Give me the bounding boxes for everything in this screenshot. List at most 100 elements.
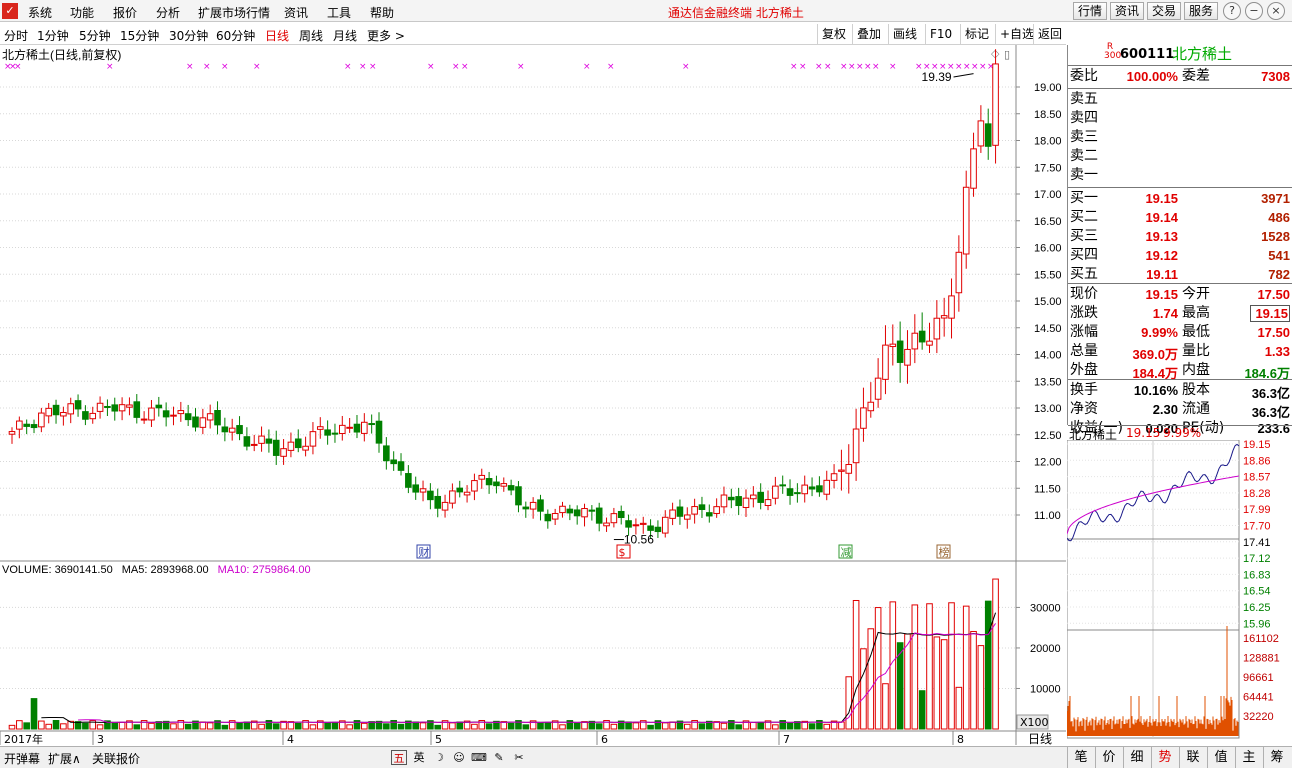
event-marker-label[interactable]: 榜 bbox=[939, 545, 950, 559]
period-30min[interactable]: 30分钟 bbox=[169, 27, 208, 44]
period-monthly[interactable]: 月线 bbox=[333, 27, 357, 44]
menu-function[interactable]: 功能 bbox=[70, 4, 94, 21]
stat-value: 19.15 bbox=[1250, 305, 1290, 322]
period-intraday[interactable]: 分时 bbox=[4, 27, 28, 44]
volume-bar bbox=[632, 722, 640, 730]
mini-price-tick: 17.12 bbox=[1243, 553, 1271, 565]
event-marker-label[interactable]: 减 bbox=[841, 546, 852, 559]
f10-button[interactable]: F10 bbox=[925, 24, 956, 44]
candle-body bbox=[522, 506, 530, 510]
event-marker-label[interactable]: $ bbox=[619, 546, 626, 559]
add-watchlist-button[interactable]: +自选 bbox=[995, 24, 1038, 44]
stat-label: 外盘 bbox=[1070, 362, 1098, 378]
candle-body bbox=[661, 516, 669, 534]
menu-help[interactable]: 帮助 bbox=[370, 4, 394, 21]
period-5min[interactable]: 5分钟 bbox=[79, 27, 111, 44]
candle-body bbox=[478, 474, 486, 480]
candle-body bbox=[361, 421, 368, 434]
stat-label: 涨幅 bbox=[1070, 324, 1098, 340]
extend-toggle[interactable]: 扩展∧ bbox=[48, 750, 81, 767]
volume-bar bbox=[60, 723, 67, 730]
kline-chart[interactable]: 北方稀土(日线,前复权) ◇ ▯ ×××××××××××××××××××××××… bbox=[0, 45, 1066, 746]
pen-icon[interactable]: ✎ bbox=[491, 750, 507, 765]
bottom-bar: 开弹幕 扩展∧ 关联报价 五 英 ☽ ☺ ⌨ ✎ ✂ 笔价细势联值主筹 bbox=[0, 746, 1292, 768]
stat-label: 最高 bbox=[1182, 305, 1210, 321]
price-tick-label: 11.50 bbox=[1034, 483, 1061, 495]
wubi-input-icon[interactable]: 五 bbox=[391, 750, 407, 765]
menu-extended-market[interactable]: 扩展市场行情 bbox=[198, 4, 270, 21]
candle-body bbox=[786, 488, 794, 496]
keyboard-icon[interactable]: ⌨ bbox=[471, 750, 487, 765]
volume-bar bbox=[882, 683, 889, 730]
date-label: 5 bbox=[435, 733, 442, 746]
smile-icon[interactable]: ☺ bbox=[451, 750, 467, 765]
adjust-button[interactable]: 复权 bbox=[817, 24, 850, 44]
mark-button[interactable]: 标记 bbox=[960, 24, 993, 44]
candle-body bbox=[852, 428, 860, 464]
menu-system[interactable]: 系统 bbox=[28, 4, 52, 21]
top-button-service[interactable]: 服务 bbox=[1184, 2, 1219, 20]
danmaku-toggle[interactable]: 开弹幕 bbox=[4, 750, 40, 767]
candle-body bbox=[485, 478, 493, 486]
top-button-market[interactable]: 行情 bbox=[1073, 2, 1108, 20]
draw-line-button[interactable]: 画线 bbox=[888, 24, 921, 44]
candle-body bbox=[471, 480, 478, 492]
period-more[interactable]: 更多 > bbox=[367, 27, 405, 44]
minimize-icon[interactable]: − bbox=[1245, 2, 1263, 20]
candle-body bbox=[720, 494, 728, 508]
candle-body bbox=[162, 410, 170, 418]
date-label: 3 bbox=[97, 733, 104, 746]
help-icon[interactable]: ? bbox=[1223, 2, 1241, 20]
period-weekly[interactable]: 周线 bbox=[299, 27, 323, 44]
marker-x: × bbox=[955, 62, 963, 72]
period-60min[interactable]: 60分钟 bbox=[216, 27, 255, 44]
marker-x: × bbox=[359, 62, 367, 72]
volume-bar bbox=[544, 721, 552, 730]
period-15min[interactable]: 15分钟 bbox=[120, 27, 159, 44]
panel-tab[interactable]: 细 bbox=[1123, 747, 1150, 768]
panel-tab[interactable]: 主 bbox=[1235, 747, 1262, 768]
weibi-label: 委比 bbox=[1070, 68, 1098, 84]
english-input-icon[interactable]: 英 bbox=[411, 750, 427, 765]
candle-body bbox=[111, 404, 119, 412]
menu-news[interactable]: 资讯 bbox=[284, 4, 308, 21]
candle-body bbox=[992, 63, 999, 146]
overlay-button[interactable]: 叠加 bbox=[852, 24, 885, 44]
sell-level-2: 卖二 bbox=[1070, 148, 1098, 164]
candle-body bbox=[933, 317, 941, 340]
menu-analysis[interactable]: 分析 bbox=[156, 4, 180, 21]
moon-icon[interactable]: ☽ bbox=[431, 750, 447, 765]
event-marker-label[interactable]: 财 bbox=[419, 545, 430, 559]
close-icon[interactable]: × bbox=[1267, 2, 1285, 20]
panel-tab[interactable]: 价 bbox=[1095, 747, 1122, 768]
panel-tab[interactable]: 联 bbox=[1179, 747, 1206, 768]
top-button-news[interactable]: 资讯 bbox=[1110, 2, 1145, 20]
volume-tick-label: 30000 bbox=[1030, 602, 1061, 614]
volume-bar bbox=[118, 721, 126, 730]
wrench-icon[interactable]: ✂ bbox=[511, 750, 527, 765]
mini-volume-tick: 32220 bbox=[1243, 711, 1274, 723]
mini-price: 19.15 bbox=[1126, 426, 1161, 440]
related-quote-tab[interactable]: 关联报价 bbox=[92, 750, 140, 767]
panel-tab[interactable]: 笔 bbox=[1067, 747, 1094, 768]
period-daily[interactable]: 日线 bbox=[265, 27, 289, 44]
price-tick-label: 16.00 bbox=[1034, 243, 1062, 255]
panel-tab[interactable]: 势 bbox=[1151, 747, 1178, 768]
volume-bar bbox=[904, 633, 911, 730]
candle-body bbox=[265, 438, 273, 444]
top-button-trade[interactable]: 交易 bbox=[1147, 2, 1182, 20]
volume-bar bbox=[16, 720, 23, 730]
volume-bar bbox=[485, 723, 493, 730]
back-button[interactable]: 返回 bbox=[1033, 24, 1066, 44]
panel-tab[interactable]: 筹 bbox=[1263, 747, 1290, 768]
mini-price-tick: 18.86 bbox=[1243, 455, 1271, 467]
menu-tools[interactable]: 工具 bbox=[327, 4, 351, 21]
layout-icon[interactable]: ▯ bbox=[1004, 48, 1010, 61]
candle-body bbox=[236, 425, 243, 435]
candle-body bbox=[544, 513, 552, 522]
menu-quote[interactable]: 报价 bbox=[113, 4, 137, 21]
period-1min[interactable]: 1分钟 bbox=[37, 27, 69, 44]
panel-tab[interactable]: 值 bbox=[1207, 747, 1234, 768]
mini-intraday-chart[interactable]: 19.15 18.86 18.57 18.28 17.99 17.70 17.41 17.12… bbox=[1067, 440, 1292, 740]
mini-price-tick: 17.99 bbox=[1243, 504, 1271, 516]
